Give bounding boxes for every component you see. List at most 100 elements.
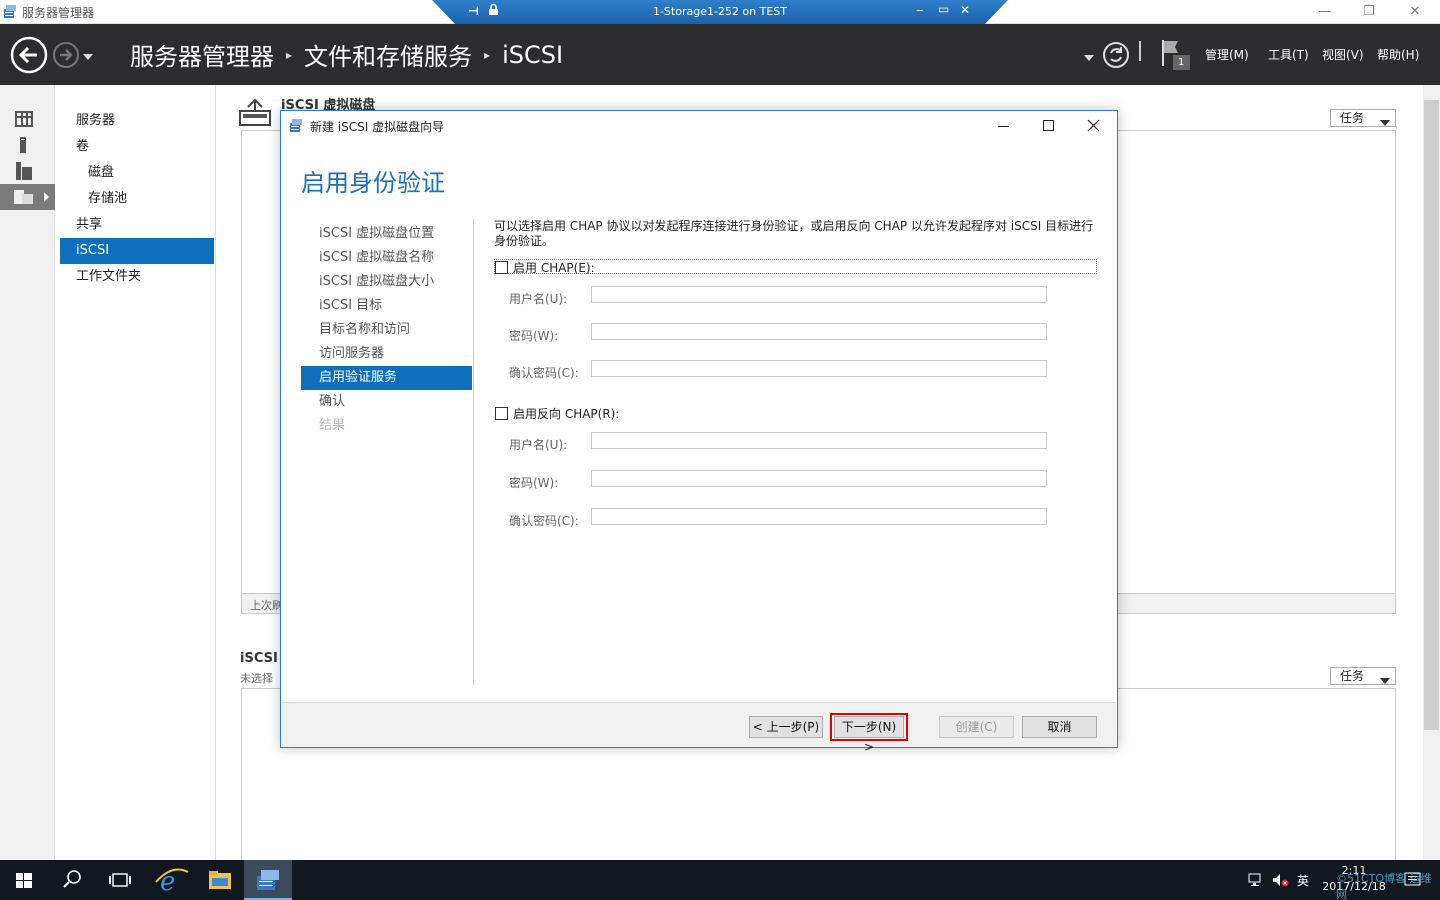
sidebar-item-storage-pools[interactable]: 存储池 <box>60 186 214 212</box>
sidebar-item-iscsi[interactable]: iSCSI <box>60 238 214 264</box>
panel-subtitle: 未选择 <box>240 672 273 685</box>
network-icon[interactable] <box>1248 873 1266 887</box>
dashboard-icon[interactable] <box>0 106 55 132</box>
chevron-down-icon <box>1380 115 1390 131</box>
sidebar-item-work-folders[interactable]: 工作文件夹 <box>60 264 214 290</box>
last-refresh-text: 上次刷 <box>250 599 283 612</box>
wizard-page-heading: 启用身份验证 <box>301 169 445 197</box>
all-servers-icon[interactable] <box>0 158 55 184</box>
server-manager-header: 服务器管理器 ▸ 文件和存储服务 ▸ iSCSI 1 管理(M) 工具(T) 视… <box>0 24 1440 85</box>
previous-button[interactable]: < 上一步(P) <box>749 716 823 738</box>
wizard-icon <box>289 118 304 133</box>
local-server-icon[interactable] <box>0 132 55 158</box>
windows-taskbar: e 英 2:11 2017/12/18 ©51CTO博客 运维网 <box>0 860 1440 900</box>
remote-minimize-button[interactable]: ‒ <box>916 3 924 17</box>
enable-chap-checkbox[interactable] <box>495 261 508 274</box>
watermark-text: ©51CTO博客 运维网 <box>1336 872 1432 900</box>
close-button[interactable]: ✕ <box>1400 2 1430 22</box>
refresh-icon[interactable] <box>1102 41 1130 69</box>
tasks-dropdown-button[interactable]: 任务 <box>1330 667 1396 685</box>
dialog-footer: < 上一步(P) 下一步(N) > 创建(C) 取消 <box>282 702 1116 754</box>
file-storage-nav: 服务器 卷 磁盘 存储池 共享 iSCSI 工作文件夹 <box>56 85 216 860</box>
remote-connection-bar: ⊣ 1-Storage1-252 on TEST ‒ ▭ ✕ <box>432 0 1008 24</box>
tasks-label: 任务 <box>1340 669 1365 683</box>
navigation-icon-bar <box>0 85 55 860</box>
restore-button[interactable]: ❐ <box>1354 2 1384 22</box>
wizard-step[interactable]: 确认 <box>301 390 472 414</box>
chap-password-field <box>591 323 1047 340</box>
breadcrumb-item[interactable]: 文件和存储服务 <box>304 37 472 72</box>
steps-divider <box>473 219 474 685</box>
wizard-step[interactable]: 目标名称和访问 <box>301 318 472 342</box>
tools-menu[interactable]: 工具(T) <box>1268 46 1309 63</box>
enable-reverse-chap-label[interactable]: 启用反向 CHAP(R): <box>513 405 619 422</box>
enable-chap-label[interactable]: 启用 CHAP(E): <box>513 259 595 276</box>
reverse-chap-confirm-password-label: 确认密码(C): <box>509 514 579 528</box>
dialog-close-icon[interactable] <box>1087 119 1101 133</box>
wizard-step-disabled: 结果 <box>319 418 346 433</box>
chevron-down-icon <box>1380 673 1390 689</box>
sidebar-item-disks[interactable]: 磁盘 <box>60 160 214 186</box>
volume-muted-icon[interactable] <box>1272 873 1290 887</box>
app-title: 服务器管理器 <box>22 6 95 20</box>
wizard-step[interactable]: iSCSI 虚拟磁盘位置 <box>301 222 472 246</box>
reverse-chap-confirm-password-field <box>591 508 1047 525</box>
internet-explorer-icon[interactable]: e <box>148 860 196 900</box>
cancel-button[interactable]: 取消 <box>1022 716 1097 738</box>
chap-username-label: 用户名(U): <box>509 292 568 306</box>
header-divider <box>1139 41 1141 61</box>
chap-confirm-password-field <box>591 360 1047 377</box>
wizard-step[interactable]: iSCSI 虚拟磁盘名称 <box>301 246 472 270</box>
dropdown-icon[interactable] <box>1084 51 1094 61</box>
view-menu[interactable]: 视图(V) <box>1322 46 1364 63</box>
task-view-icon[interactable] <box>96 860 144 900</box>
create-button: 创建(C) <box>939 716 1014 738</box>
manage-menu[interactable]: 管理(M) <box>1205 46 1249 63</box>
chap-username-field <box>591 286 1047 303</box>
chap-confirm-password-label: 确认密码(C): <box>509 366 579 380</box>
new-iscsi-virtual-disk-wizard: 新建 iSCSI 虚拟磁盘向导 启用身份验证 iSCSI 虚拟磁盘位置 iSCS… <box>280 110 1118 754</box>
help-menu[interactable]: 帮助(H) <box>1377 46 1419 63</box>
back-arrow-icon[interactable] <box>10 36 48 74</box>
server-manager-taskbar-icon[interactable] <box>244 860 292 900</box>
notification-count: 1 <box>1178 57 1185 68</box>
breadcrumb-item[interactable]: 服务器管理器 <box>130 37 274 72</box>
iscsi-disk-icon <box>239 97 271 127</box>
breadcrumb-separator: ▸ <box>484 47 491 62</box>
scrollbar-thumb[interactable] <box>1424 100 1439 730</box>
reverse-chap-password-label: 密码(W): <box>509 476 559 490</box>
reverse-chap-username-label: 用户名(U): <box>509 438 568 452</box>
dialog-maximize-icon[interactable] <box>1042 119 1056 133</box>
dialog-minimize-icon[interactable] <box>997 119 1011 133</box>
remote-close-button[interactable]: ✕ <box>960 3 970 17</box>
breadcrumb-item[interactable]: iSCSI <box>502 41 563 69</box>
minimize-button[interactable]: — <box>1310 2 1340 22</box>
file-explorer-icon[interactable] <box>196 860 244 900</box>
authentication-description: 可以选择启用 CHAP 协议以对发起程序连接进行身份验证，或启用反向 CHAP … <box>494 219 1094 248</box>
wizard-step[interactable]: iSCSI 虚拟磁盘大小 <box>301 270 472 294</box>
reverse-chap-username-field <box>591 432 1047 449</box>
search-icon[interactable] <box>48 860 96 900</box>
file-storage-services-icon[interactable] <box>0 184 55 210</box>
wizard-step[interactable]: iSCSI 目标 <box>301 294 472 318</box>
sidebar-item-servers[interactable]: 服务器 <box>60 108 214 134</box>
remote-restore-button[interactable]: ▭ <box>938 2 949 16</box>
enable-reverse-chap-checkbox[interactable] <box>495 407 508 420</box>
dialog-title: 新建 iSCSI 虚拟磁盘向导 <box>310 120 445 134</box>
breadcrumb-separator: ▸ <box>286 47 293 62</box>
server-manager-icon <box>3 4 18 19</box>
chap-password-label: 密码(W): <box>509 329 559 343</box>
start-windows-icon[interactable] <box>0 860 48 900</box>
sidebar-item-shares[interactable]: 共享 <box>60 212 214 238</box>
sidebar-item-volumes[interactable]: 卷 <box>60 134 214 160</box>
panel-title-iscsi-targets: iSCSI <box>240 651 278 666</box>
tasks-dropdown-button[interactable]: 任务 <box>1330 109 1396 127</box>
history-dropdown-icon[interactable] <box>83 50 93 60</box>
next-button[interactable]: 下一步(N) > <box>834 716 904 754</box>
wizard-step-current[interactable]: 启用验证服务 <box>301 366 472 390</box>
wizard-step[interactable]: 访问服务器 <box>301 342 472 366</box>
forward-arrow-icon[interactable] <box>52 41 80 69</box>
breadcrumb: 服务器管理器 ▸ 文件和存储服务 ▸ iSCSI <box>130 37 563 72</box>
notifications-flag-icon[interactable]: 1 <box>1160 38 1192 72</box>
input-method-indicator[interactable]: 英 <box>1297 872 1309 889</box>
